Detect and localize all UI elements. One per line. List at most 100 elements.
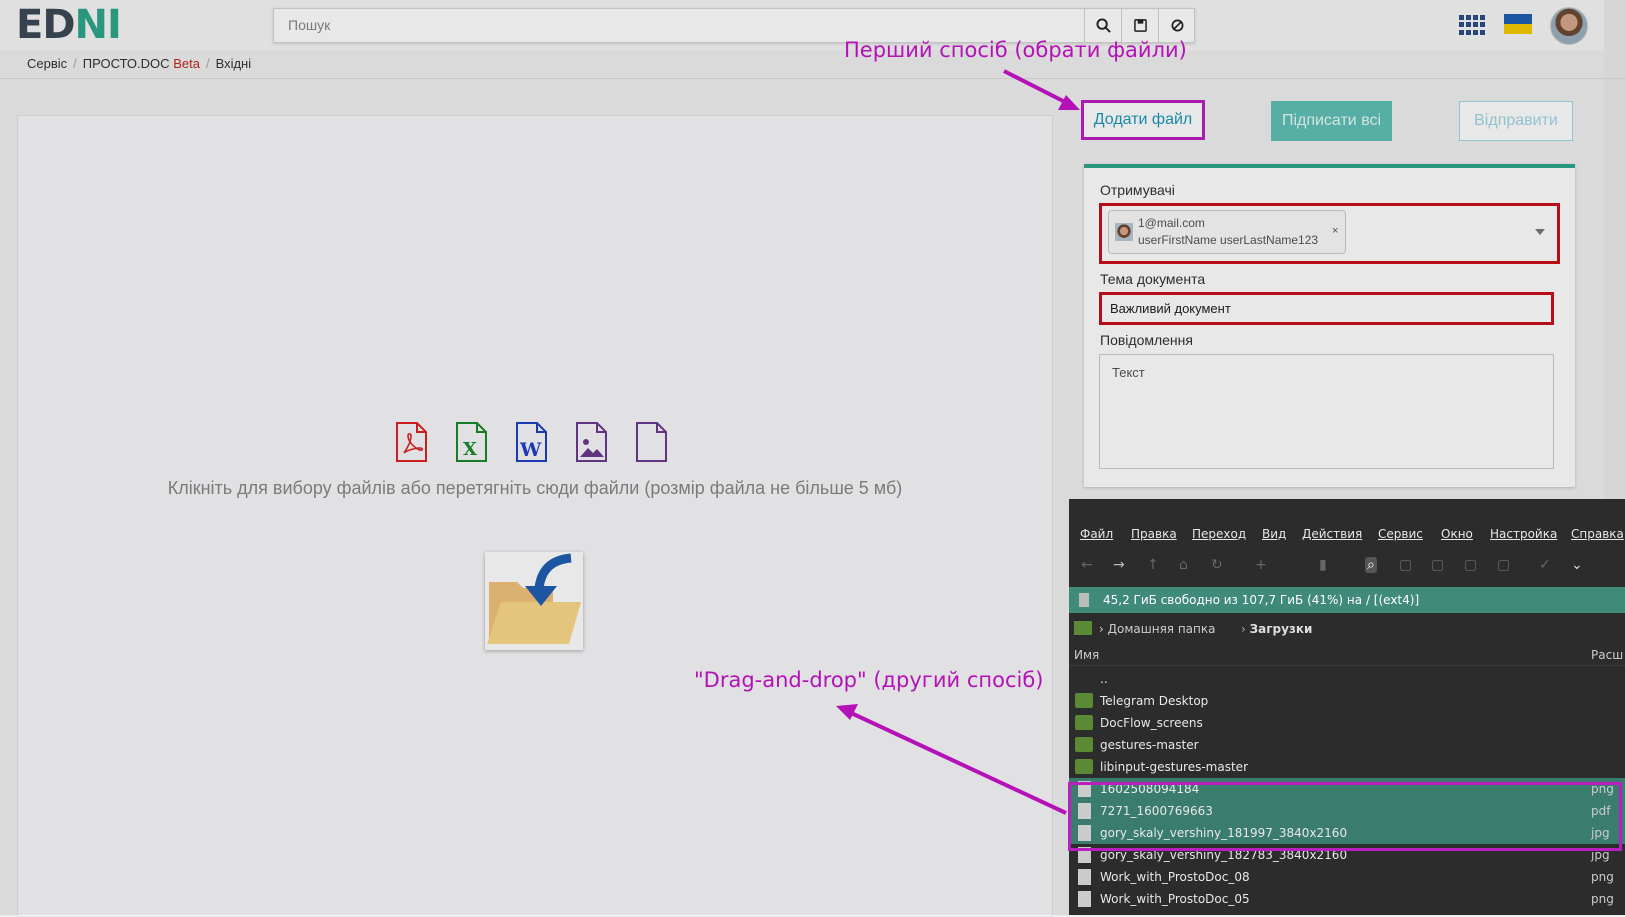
menu-item-help[interactable]: Справка	[1571, 527, 1624, 541]
new-tab-icon[interactable]: +	[1255, 557, 1267, 573]
file-row[interactable]: gory_skaly_vershiny_181997_3840x2160 jpg	[1069, 822, 1625, 844]
document-form-panel: Отримувачі 1@mail.com userFirstName user…	[1084, 164, 1575, 487]
file-extension: png	[1591, 870, 1614, 884]
dropzone-instructions: Клікніть для вибору файлів або перетягні…	[167, 478, 903, 498]
delete-icon[interactable]: ▢	[1464, 557, 1477, 573]
back-icon[interactable]: ←	[1081, 557, 1093, 573]
file-type-icons: X W	[393, 422, 669, 462]
send-button[interactable]: Відправити	[1459, 101, 1573, 141]
apps-grid-icon[interactable]	[1459, 15, 1485, 35]
user-avatar[interactable]	[1550, 7, 1588, 45]
home-icon[interactable]: ⌂	[1179, 557, 1188, 573]
message-textarea[interactable]: Текст	[1100, 355, 1553, 468]
beta-badge: Beta	[173, 56, 200, 71]
path-home[interactable]: › Домашняя папка	[1099, 622, 1215, 636]
logo-text-right: NI	[74, 2, 122, 48]
file-name: 1602508094184	[1100, 782, 1200, 796]
top-bar: EDNI	[0, 0, 1625, 50]
check-icon[interactable]: ✓	[1539, 557, 1551, 573]
menu-item-actions[interactable]: Действия	[1302, 527, 1362, 541]
pdf-file-icon	[393, 422, 429, 462]
drive-icon	[1079, 593, 1089, 607]
header-divider	[0, 78, 1625, 79]
column-name-header[interactable]: Имя	[1074, 648, 1099, 662]
breadcrumb: Сервіс / ПРОСТО.DOC Beta / Вхідні	[27, 56, 252, 71]
find-icon[interactable]: ⌕	[1365, 557, 1377, 573]
folder-row[interactable]: DocFlow_screens	[1069, 712, 1625, 734]
file-icon	[1078, 847, 1091, 863]
menu-item-edit[interactable]: Правка	[1131, 527, 1177, 541]
file-row[interactable]: 7271_1600769663 pdf	[1069, 800, 1625, 822]
forward-icon[interactable]: →	[1113, 557, 1125, 573]
file-name: gory_skaly_vershiny_182783_3840x2160	[1100, 848, 1348, 862]
paste-icon[interactable]: ▢	[1431, 557, 1444, 573]
file-dropzone[interactable]: X W Клікніть для вибору файлів або перет…	[17, 115, 1053, 917]
menu-item-settings[interactable]: Настройка	[1490, 527, 1557, 541]
callout-first-method: Перший спосіб (обрати файли)	[844, 38, 1187, 62]
logo-text-left: ED	[16, 2, 76, 48]
excel-file-icon: X	[453, 422, 489, 462]
file-extension: pdf	[1591, 804, 1611, 818]
chevron-down-icon[interactable]: ⌄	[1571, 557, 1583, 573]
add-file-button[interactable]: Додати файл	[1081, 100, 1205, 140]
sign-all-button[interactable]: Підписати всі	[1271, 101, 1392, 141]
folder-row[interactable]: gestures-master	[1069, 734, 1625, 756]
generic-file-icon	[633, 422, 669, 462]
folder-icon	[1075, 737, 1093, 752]
subject-field	[1099, 292, 1554, 325]
image-file-icon	[573, 422, 609, 462]
file-icon	[1078, 869, 1091, 885]
file-row[interactable]: 1602508094184 png	[1069, 778, 1625, 800]
file-list-header: Имя Расш	[1069, 645, 1625, 666]
path-bar: › Домашняя папка › Загрузки	[1069, 615, 1625, 643]
save-icon	[1133, 19, 1147, 32]
menu-item-service[interactable]: Сервис	[1378, 527, 1423, 541]
file-name: gestures-master	[1100, 738, 1199, 752]
rename-icon[interactable]: ▢	[1497, 557, 1510, 573]
svg-text:W: W	[519, 439, 542, 461]
remove-recipient-icon[interactable]: ×	[1332, 225, 1338, 237]
menu-item-window[interactable]: Окно	[1441, 527, 1473, 541]
subject-input[interactable]	[1102, 295, 1548, 322]
folder-row[interactable]: Telegram Desktop	[1069, 690, 1625, 712]
chevron-down-icon[interactable]	[1535, 229, 1545, 235]
message-label: Повідомлення	[1100, 332, 1193, 348]
recipient-avatar	[1115, 223, 1133, 241]
callout-second-method: "Drag-and-drop" (другий спосіб)	[694, 668, 1044, 692]
file-manager-toolbar: ← → ↑ ⌂ ↻ + ▮ ⌕ ▢ ▢ ▢ ▢ ✓ ⌄	[1069, 551, 1625, 581]
file-name: Work_with_ProstoDoc_05	[1100, 892, 1250, 906]
folder-row[interactable]: libinput-gestures-master	[1069, 756, 1625, 778]
up-icon[interactable]: ↑	[1147, 557, 1159, 573]
file-row[interactable]: Work_with_ProstoDoc_08 png	[1069, 866, 1625, 888]
page-scrollbar[interactable]	[1604, 0, 1625, 499]
menu-item-view[interactable]: Вид	[1262, 527, 1286, 541]
arrow-to-add-file-head	[1058, 95, 1080, 110]
menu-item-go[interactable]: Переход	[1192, 527, 1246, 541]
edin-logo[interactable]: EDNI	[16, 2, 122, 48]
folder-icon	[1075, 759, 1093, 774]
search-input[interactable]	[274, 9, 1102, 40]
file-name: 7271_1600769663	[1100, 804, 1213, 818]
recipient-name: userFirstName userLastName123	[1138, 233, 1319, 247]
path-downloads[interactable]: › Загрузки	[1241, 622, 1312, 636]
open-folder-icon[interactable]	[485, 552, 583, 650]
file-extension: jpg	[1591, 848, 1610, 862]
file-name: gory_skaly_vershiny_181997_3840x2160	[1100, 826, 1348, 840]
breadcrumb-inbox[interactable]: Вхідні	[216, 56, 252, 71]
recipient-chip: 1@mail.com userFirstName userLastName123…	[1108, 210, 1346, 254]
copy-icon[interactable]: ▢	[1399, 557, 1412, 573]
filter-icon[interactable]: ▮	[1319, 557, 1327, 573]
parent-dir-row[interactable]: ..	[1069, 668, 1625, 690]
breadcrumb-prostodoc[interactable]: ПРОСТО.DOC	[83, 56, 170, 71]
breadcrumb-service[interactable]: Сервіс	[27, 56, 67, 71]
search-icon	[1095, 18, 1111, 33]
file-row[interactable]: gory_skaly_vershiny_182783_3840x2160 jpg	[1069, 844, 1625, 866]
file-row[interactable]: Work_with_ProstoDoc_05 png	[1069, 888, 1625, 910]
file-extension: jpg	[1591, 826, 1610, 840]
recipients-select[interactable]: 1@mail.com userFirstName userLastName123…	[1099, 203, 1560, 264]
ukraine-flag-icon[interactable]	[1504, 14, 1532, 34]
recipients-label: Отримувачі	[1100, 182, 1175, 198]
column-ext-header[interactable]: Расш	[1591, 648, 1623, 662]
reload-icon[interactable]: ↻	[1211, 557, 1223, 573]
menu-item-file[interactable]: Файл	[1080, 527, 1113, 541]
